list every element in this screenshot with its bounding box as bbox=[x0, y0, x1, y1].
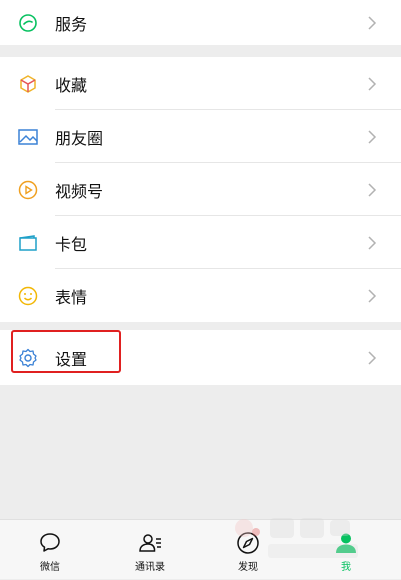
contacts-icon bbox=[139, 534, 161, 552]
tab-contacts[interactable]: 通讯录 bbox=[100, 520, 200, 580]
chevron-right-icon bbox=[368, 288, 377, 303]
cards-label: 卡包 bbox=[55, 234, 88, 254]
chat-icon bbox=[40, 533, 60, 552]
image-icon bbox=[17, 126, 39, 148]
tab-label: 发现 bbox=[238, 562, 258, 573]
services-group: 服务 bbox=[0, 0, 401, 45]
stickers-label: 表情 bbox=[55, 287, 88, 307]
bottom-tab-bar: 微信 通讯录 发现 我 bbox=[0, 519, 401, 579]
compass-icon bbox=[237, 532, 259, 554]
services-label: 服务 bbox=[55, 14, 88, 34]
favorites-row[interactable]: 收藏 bbox=[0, 57, 401, 110]
chevron-right-icon bbox=[368, 350, 377, 365]
tab-label: 我 bbox=[341, 562, 351, 573]
tab-label: 微信 bbox=[40, 562, 60, 573]
cards-row[interactable]: 卡包 bbox=[0, 216, 401, 269]
moments-row[interactable]: 朋友圈 bbox=[0, 110, 401, 163]
tab-me[interactable]: 我 bbox=[296, 520, 396, 580]
chevron-right-icon bbox=[368, 76, 377, 91]
channels-label: 视频号 bbox=[55, 181, 104, 201]
services-row[interactable]: 服务 bbox=[0, 0, 401, 45]
play-circle-icon bbox=[17, 179, 39, 201]
services-icon bbox=[17, 12, 39, 34]
chevron-right-icon bbox=[368, 15, 377, 30]
wallet-icon bbox=[17, 232, 39, 254]
tab-discover[interactable]: 发现 bbox=[198, 520, 298, 580]
cube-icon bbox=[17, 73, 39, 95]
features-group: 收藏 朋友圈 视频号 卡包 表情 bbox=[0, 57, 401, 322]
moments-label: 朋友圈 bbox=[55, 128, 104, 148]
channels-row[interactable]: 视频号 bbox=[0, 163, 401, 216]
chevron-right-icon bbox=[368, 235, 377, 250]
smiley-icon bbox=[17, 285, 39, 307]
tab-chats[interactable]: 微信 bbox=[0, 520, 100, 580]
stickers-row[interactable]: 表情 bbox=[0, 269, 401, 322]
person-icon bbox=[336, 533, 356, 553]
tab-label: 通讯录 bbox=[135, 562, 165, 573]
favorites-label: 收藏 bbox=[55, 75, 88, 95]
settings-highlight-box bbox=[11, 330, 121, 373]
chevron-right-icon bbox=[368, 129, 377, 144]
chevron-right-icon bbox=[368, 182, 377, 197]
